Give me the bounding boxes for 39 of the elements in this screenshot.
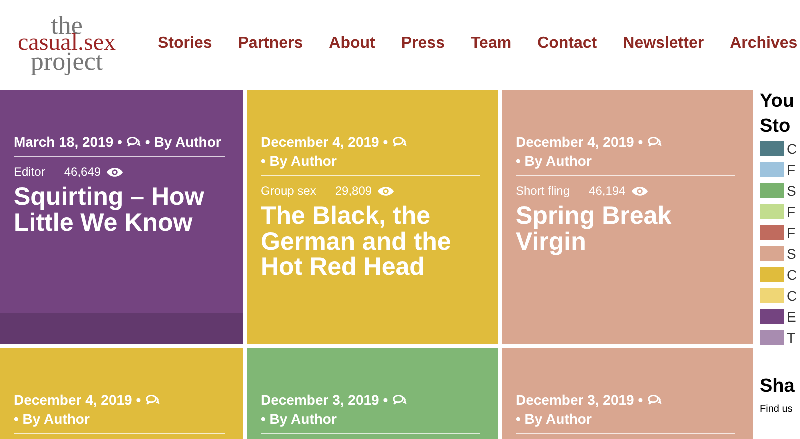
nav-link[interactable]: Press [401,35,445,53]
legend-label[interactable]: S [787,246,796,262]
sidebar-text: Find us [760,404,794,416]
eye-icon [377,186,396,196]
legend-label[interactable]: E [787,308,796,325]
story-card[interactable]: March 18, 2019 • • By Author Editor 46,649 Squirting – How Little We Know [0,90,243,344]
post-date: March 18, 2019 • [14,134,122,150]
eye-icon [106,166,124,178]
eye-icon [630,186,649,196]
post-date: December 4, 2019 • [14,392,142,408]
nav-link[interactable]: Stories [158,35,212,53]
post-date: December 4, 2019 • [516,134,644,150]
view-count: 29,809 [335,184,372,198]
legend-label[interactable]: C [787,266,798,283]
sidebar-heading: Sto [760,114,792,139]
legend-label[interactable]: C [787,140,798,157]
post-date: December 3, 2019 • [516,392,644,408]
nav-link[interactable]: Partners [238,35,304,53]
nav-link[interactable]: About [329,35,376,53]
legend-label[interactable]: C [787,288,798,304]
legend-label[interactable]: F [787,204,796,220]
nav-link[interactable]: Team [470,35,512,53]
legend-label[interactable]: F [787,224,796,241]
legend-label[interactable]: S [787,182,796,199]
nav-link[interactable]: Contact [538,35,598,53]
legend-label[interactable]: F [787,162,796,178]
view-count: 46,649 [64,165,102,179]
sidebar-heading: You [760,90,796,114]
view-count: 46,194 [589,184,626,198]
category-label[interactable]: Editor [14,165,46,179]
story-title[interactable]: Squirting – How Little We Know [14,185,225,236]
nav-link[interactable]: Newsletter [623,35,704,53]
nav-link[interactable]: Archives [730,35,798,53]
comment-icon[interactable] [126,136,142,148]
legend-label[interactable]: T [787,330,796,346]
sidebar-heading: Sha [760,375,796,400]
post-date: December 4, 2019 • [261,134,388,150]
post-author[interactable]: • By Author [145,134,222,150]
post-date: December 3, 2019 • [261,392,388,408]
